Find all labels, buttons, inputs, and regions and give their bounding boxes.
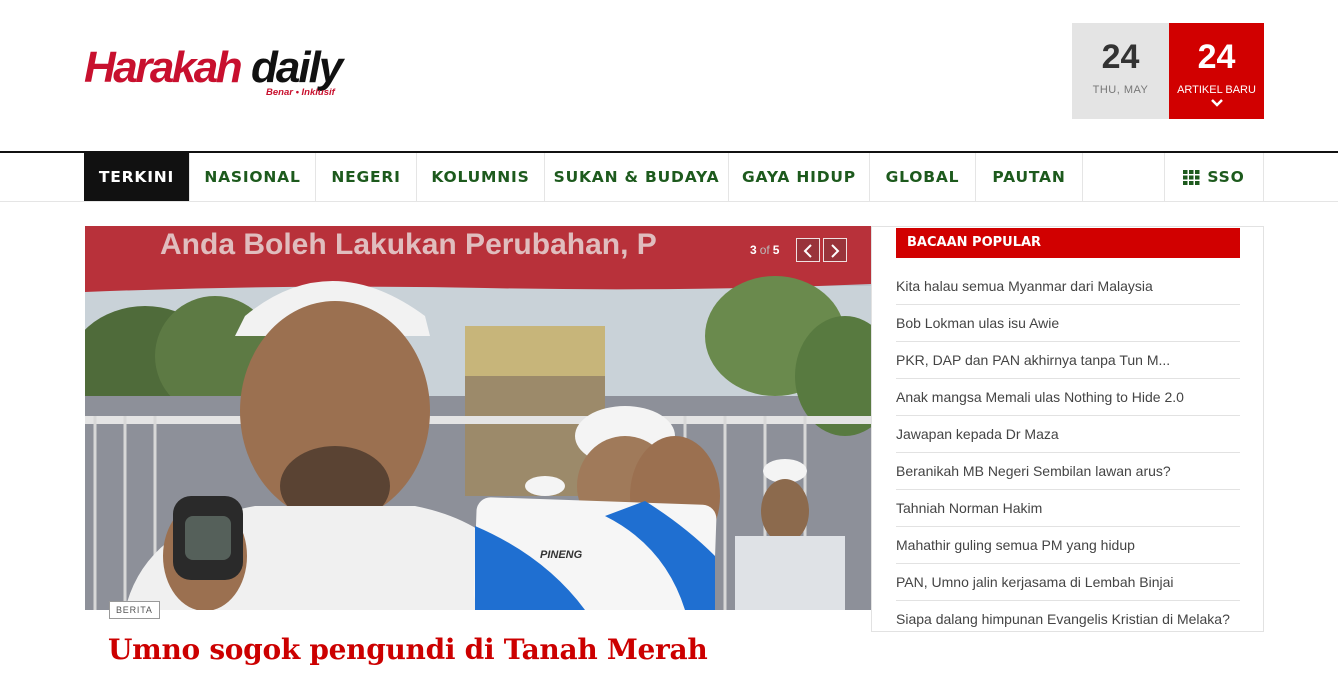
slide-of: of bbox=[759, 243, 770, 257]
popular-sidebar: BACAAN POPULAR Kita halau semua Myanmar … bbox=[871, 226, 1264, 632]
popular-item[interactable]: PAN, Umno jalin kerjasama di Lembah Binj… bbox=[896, 564, 1240, 601]
nav-item-sukan-budaya[interactable]: SUKAN & BUDAYA bbox=[545, 153, 729, 201]
date-label: THU, MAY bbox=[1092, 84, 1149, 96]
chevron-down-icon bbox=[1210, 99, 1223, 107]
nav-item-global[interactable]: GLOBAL bbox=[870, 153, 976, 201]
popular-item[interactable]: Anak mangsa Memali ulas Nothing to Hide … bbox=[896, 379, 1240, 416]
nav-item-negeri[interactable]: NEGERI bbox=[316, 153, 417, 201]
date-display: 24 THU, MAY bbox=[1072, 23, 1169, 119]
nav-item-kolumnis[interactable]: KOLUMNIS bbox=[417, 153, 545, 201]
featured-photo: Anda Boleh Lakukan Perubahan, P PINENG bbox=[85, 226, 871, 610]
nav-item-pautan[interactable]: PAUTAN bbox=[976, 153, 1083, 201]
grid-icon bbox=[1183, 169, 1200, 185]
popular-item[interactable]: Beranikah MB Negeri Sembilan lawan arus? bbox=[896, 453, 1240, 490]
slide-prev-button[interactable] bbox=[796, 238, 820, 262]
featured-slider[interactable]: Anda Boleh Lakukan Perubahan, P PINENG 3… bbox=[85, 226, 871, 610]
article-count-label: ARTIKEL BARU bbox=[1177, 84, 1256, 96]
slide-counter: 3 of 5 bbox=[750, 243, 779, 257]
main-nav: TERKINI NASIONAL NEGERI KOLUMNIS SUKAN &… bbox=[0, 151, 1338, 202]
featured-headline[interactable]: Umno sogok pengundi di Tanah Merah bbox=[108, 633, 708, 666]
site-header: Harakah daily Benar • Inklusif 24 THU, M… bbox=[0, 0, 1338, 151]
slide-next-button[interactable] bbox=[823, 238, 847, 262]
popular-item[interactable]: Jawapan kepada Dr Maza bbox=[896, 416, 1240, 453]
category-badge[interactable]: BERITA bbox=[109, 601, 160, 619]
chevron-right-icon bbox=[831, 244, 840, 258]
new-articles-button[interactable]: 24 ARTIKEL BARU bbox=[1169, 23, 1264, 119]
device-label: PINENG bbox=[540, 549, 583, 561]
sso-label: SSO bbox=[1207, 168, 1245, 186]
popular-item[interactable]: Tahniah Norman Hakim bbox=[896, 490, 1240, 527]
svg-text:daily: daily bbox=[251, 43, 346, 92]
nav-item-gaya-hidup[interactable]: GAYA HIDUP bbox=[729, 153, 870, 201]
nav-item-terkini[interactable]: TERKINI bbox=[84, 153, 190, 201]
slide-total: 5 bbox=[772, 243, 780, 257]
logo-tagline: Benar • Inklusif bbox=[266, 87, 336, 98]
slide-current: 3 bbox=[750, 243, 757, 257]
date-day: 24 bbox=[1101, 38, 1140, 76]
nav-item-nasional[interactable]: NASIONAL bbox=[190, 153, 316, 201]
popular-item[interactable]: Kita halau semua Myanmar dari Malaysia bbox=[896, 268, 1240, 305]
popular-list: Kita halau semua Myanmar dari Malaysia B… bbox=[896, 268, 1240, 638]
popular-title: BACAAN POPULAR bbox=[896, 228, 1240, 258]
main-nav-list: TERKINI NASIONAL NEGERI KOLUMNIS SUKAN &… bbox=[84, 153, 1264, 201]
chevron-left-icon bbox=[803, 244, 812, 258]
svg-text:Harakah: Harakah bbox=[84, 43, 242, 92]
site-logo[interactable]: Harakah daily Benar • Inklusif bbox=[84, 40, 384, 102]
banner-text: Anda Boleh Lakukan Perubahan, P bbox=[160, 228, 657, 261]
nav-spacer bbox=[1083, 153, 1165, 201]
popular-item[interactable]: Mahathir guling semua PM yang hidup bbox=[896, 527, 1240, 564]
sso-button[interactable]: SSO bbox=[1165, 153, 1263, 201]
popular-item[interactable]: Siapa dalang himpunan Evangelis Kristian… bbox=[896, 601, 1240, 638]
popular-item[interactable]: PKR, DAP dan PAN akhirnya tanpa Tun M... bbox=[896, 342, 1240, 379]
popular-item[interactable]: Bob Lokman ulas isu Awie bbox=[896, 305, 1240, 342]
article-count: 24 bbox=[1197, 38, 1236, 76]
